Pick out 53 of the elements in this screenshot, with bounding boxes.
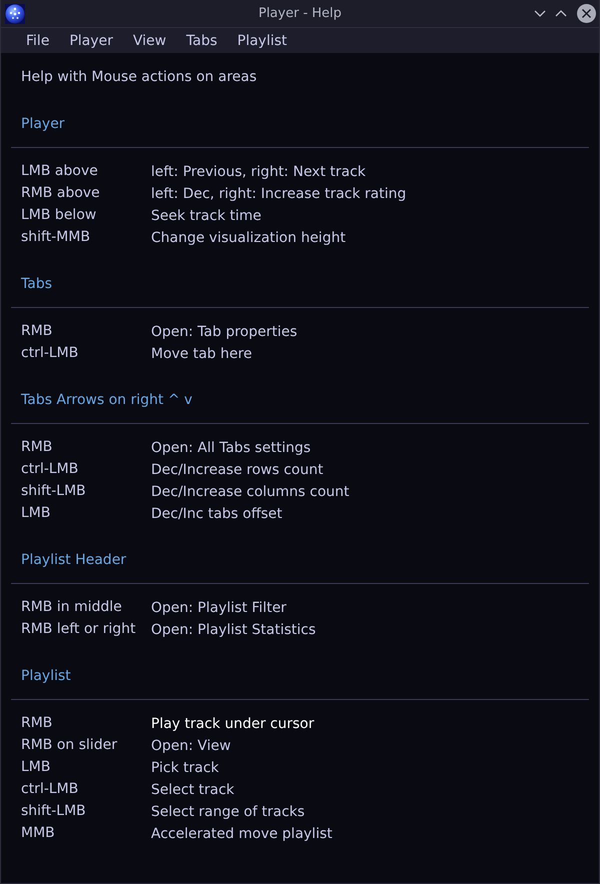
mouse-input-label: RMB xyxy=(21,322,54,341)
mouse-input-label: MMB xyxy=(21,824,56,843)
mouse-input-label: shift-MMB xyxy=(21,228,92,247)
window-title: Player - Help xyxy=(258,5,342,23)
section-heading: Playlist Header xyxy=(21,551,126,570)
close-button[interactable] xyxy=(576,4,596,24)
section-heading: Tabs xyxy=(21,275,52,294)
chevron-down-icon xyxy=(534,10,546,17)
menu-item[interactable]: Tabs xyxy=(176,28,228,52)
mouse-input-label: shift-LMB xyxy=(21,482,87,501)
action-description: Open: Playlist Statistics xyxy=(151,622,316,638)
mouse-input-label: RMB on slider xyxy=(21,736,118,755)
mouse-input-label: ctrl-LMB xyxy=(21,344,80,363)
mouse-input-label: RMB in middle xyxy=(21,598,123,617)
section-heading: Playlist xyxy=(21,667,71,686)
mouse-input-label: ctrl-LMB xyxy=(21,460,80,479)
sphere-icon xyxy=(5,4,25,24)
menu-item[interactable]: Playlist xyxy=(227,28,298,52)
action-description: left: Previous, right: Next track xyxy=(151,164,366,180)
action-description: Move tab here xyxy=(151,346,252,362)
action-description: Select track xyxy=(151,782,234,798)
action-description: Seek track time xyxy=(151,208,262,224)
mouse-input-label: RMB above xyxy=(21,184,101,203)
mouse-input-label: LMB above xyxy=(21,162,99,181)
intro-text: Help with Mouse actions on areas xyxy=(21,68,257,87)
action-description: Change visualization height xyxy=(151,230,346,246)
action-description: Pick track xyxy=(151,760,219,776)
menu-item[interactable]: File xyxy=(16,28,60,52)
action-description: Open: Playlist Filter xyxy=(151,600,286,616)
mouse-input-label: LMB below xyxy=(21,206,98,225)
action-description: Open: View xyxy=(151,738,231,754)
section-heading: Tabs Arrows on right ^ v xyxy=(21,391,192,410)
mouse-input-label: RMB xyxy=(21,714,54,733)
menu-item[interactable]: View xyxy=(123,28,176,52)
chevron-up-icon xyxy=(555,10,567,17)
mouse-input-label: shift-LMB xyxy=(21,802,87,821)
close-icon xyxy=(576,4,596,23)
action-description: left: Dec, right: Increase track rating xyxy=(151,186,406,202)
action-description: Open: All Tabs settings xyxy=(151,440,311,456)
mouse-input-label: LMB xyxy=(21,758,52,777)
action-description: Dec/Inc tabs offset xyxy=(151,506,282,522)
mouse-input-label: ctrl-LMB xyxy=(21,780,80,799)
mouse-input-label: RMB xyxy=(21,438,54,457)
action-description: Dec/Increase rows count xyxy=(151,462,324,478)
action-description: Dec/Increase columns count xyxy=(151,484,350,500)
menu-item[interactable]: Player xyxy=(59,28,124,52)
action-description: Select range of tracks xyxy=(151,804,305,820)
action-description: Accelerated move playlist xyxy=(151,826,332,842)
mouse-input-label: LMB xyxy=(21,504,52,523)
mouse-input-label: RMB left or right xyxy=(21,620,137,639)
action-description: Open: Tab properties xyxy=(151,324,298,340)
action-description: Play track under cursor xyxy=(151,716,314,732)
section-heading: Player xyxy=(21,115,65,134)
